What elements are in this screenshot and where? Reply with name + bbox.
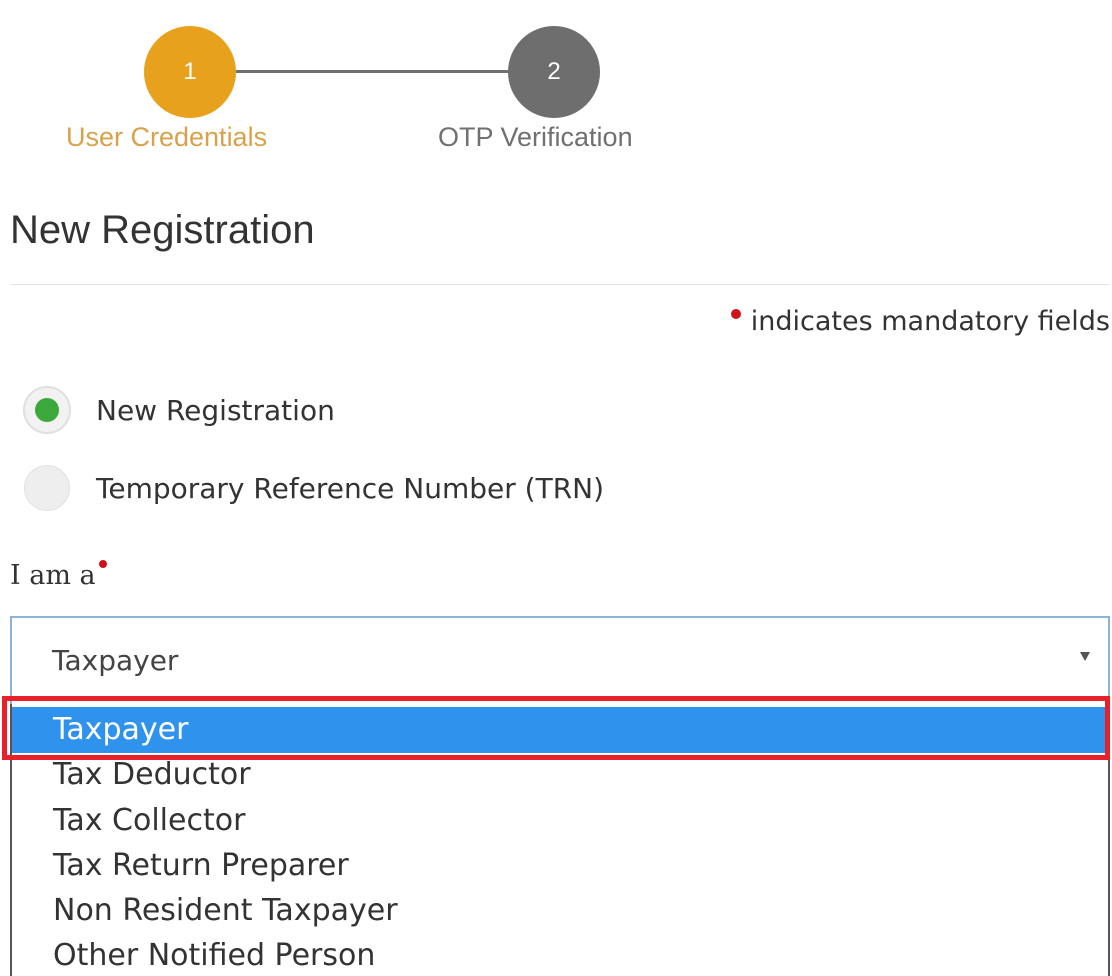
user-type-selected-value: Taxpayer bbox=[52, 644, 179, 677]
step-2-label: OTP Verification bbox=[438, 122, 633, 152]
title-divider bbox=[10, 284, 1110, 285]
step-1-indicator: 1 bbox=[144, 26, 236, 118]
dropdown-option-tax-return-preparer[interactable]: Tax Return Preparer bbox=[12, 843, 1108, 889]
user-type-dropdown-list: Taxpayer Tax Deductor Tax Collector Tax … bbox=[10, 704, 1110, 976]
radio-label-new-registration[interactable]: New Registration bbox=[96, 394, 335, 427]
dropdown-option-taxpayer[interactable]: Taxpayer bbox=[12, 707, 1108, 753]
radio-button-new-registration[interactable] bbox=[24, 387, 70, 433]
step-2-indicator: 2 bbox=[508, 26, 600, 118]
dropdown-option-other-notified-person[interactable]: Other Notified Person bbox=[12, 933, 1108, 976]
radio-button-trn[interactable] bbox=[24, 465, 70, 511]
mandatory-dot-icon bbox=[730, 308, 741, 319]
required-dot-icon bbox=[98, 560, 107, 568]
stepper-connector-line bbox=[190, 70, 558, 73]
dropdown-option-tax-deductor[interactable]: Tax Deductor bbox=[12, 752, 1108, 798]
radio-label-trn[interactable]: Temporary Reference Number (TRN) bbox=[96, 472, 604, 505]
radio-option-trn[interactable]: Temporary Reference Number (TRN) bbox=[24, 463, 604, 513]
radio-option-new-registration[interactable]: New Registration bbox=[24, 385, 335, 435]
mandatory-fields-note: indicates mandatory fields bbox=[730, 306, 1110, 337]
dropdown-option-non-resident-taxpayer[interactable]: Non Resident Taxpayer bbox=[12, 888, 1108, 934]
registration-stepper: 1 2 User Credentials OTP Verification bbox=[0, 0, 760, 170]
dropdown-option-tax-collector[interactable]: Tax Collector bbox=[12, 798, 1108, 844]
user-type-label-text: I am a bbox=[10, 560, 96, 591]
user-type-select[interactable]: Taxpayer bbox=[10, 616, 1110, 704]
page-title: New Registration bbox=[10, 208, 315, 252]
mandatory-note-text: indicates mandatory fields bbox=[750, 306, 1110, 337]
radio-selected-dot-icon bbox=[35, 398, 59, 422]
dropdown-arrow-icon[interactable] bbox=[1080, 652, 1090, 661]
user-type-label: I am a bbox=[10, 560, 107, 591]
step-1-label: User Credentials bbox=[66, 122, 268, 152]
